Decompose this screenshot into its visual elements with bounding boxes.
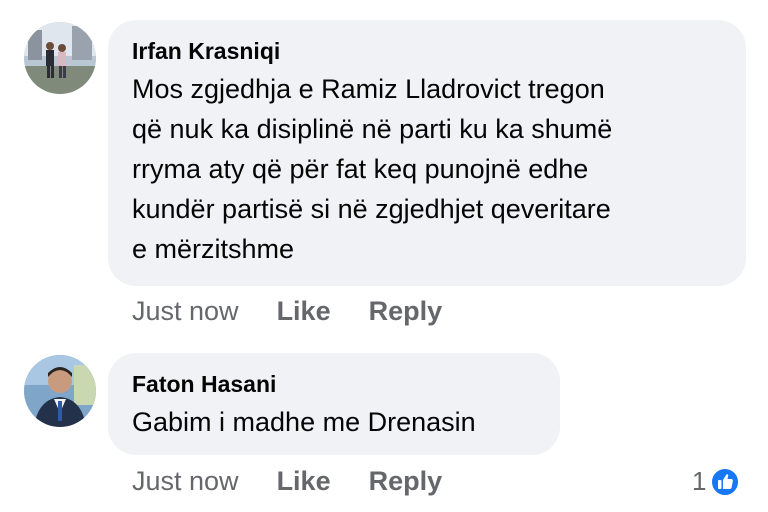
reply-button[interactable]: Reply [369, 466, 443, 497]
avatar[interactable] [24, 355, 96, 427]
comment-text-line: Mos zgjedhja e Ramiz Lladrovict tregon [132, 74, 605, 104]
comment-text-line: që nuk ka disiplinë në parti ku ka shumë [132, 114, 613, 144]
comment-author[interactable]: Faton Hasani [132, 370, 536, 398]
comment-author[interactable]: Irfan Krasniqi [132, 37, 722, 65]
like-thumbs-up-icon [710, 466, 741, 497]
avatar[interactable] [24, 22, 96, 94]
avatar-photo-icon [24, 355, 96, 427]
reaction-count: 1 [692, 466, 707, 496]
like-button[interactable]: Like [277, 466, 331, 497]
reply-button[interactable]: Reply [369, 296, 443, 327]
comment-text-line: rryma aty që për fat keq punojnë edhe [132, 154, 589, 184]
comment-text: Mos zgjedhja e Ramiz Lladrovict tregon që… [132, 69, 722, 269]
comment-text: Gabim i madhe me Drenasin [132, 407, 476, 437]
avatar-photo-icon [24, 22, 96, 94]
comment-text-line: e mërzitshme [132, 234, 295, 264]
reaction-summary[interactable]: 1 [692, 466, 741, 497]
comment-timestamp[interactable]: Just now [132, 296, 239, 327]
comment-text-line: kundër partisë si në zgjedhjet qeveritar… [132, 194, 611, 224]
comment-bubble: Faton Hasani Gabim i madhe me Drenasin [108, 353, 560, 455]
comment-timestamp[interactable]: Just now [132, 466, 239, 497]
comment-actions: Just now Like Reply [132, 466, 480, 497]
like-button[interactable]: Like [277, 296, 331, 327]
comment-actions: Just now Like Reply [132, 296, 480, 327]
comment-bubble: Irfan Krasniqi Mos zgjedhja e Ramiz Llad… [108, 20, 746, 286]
